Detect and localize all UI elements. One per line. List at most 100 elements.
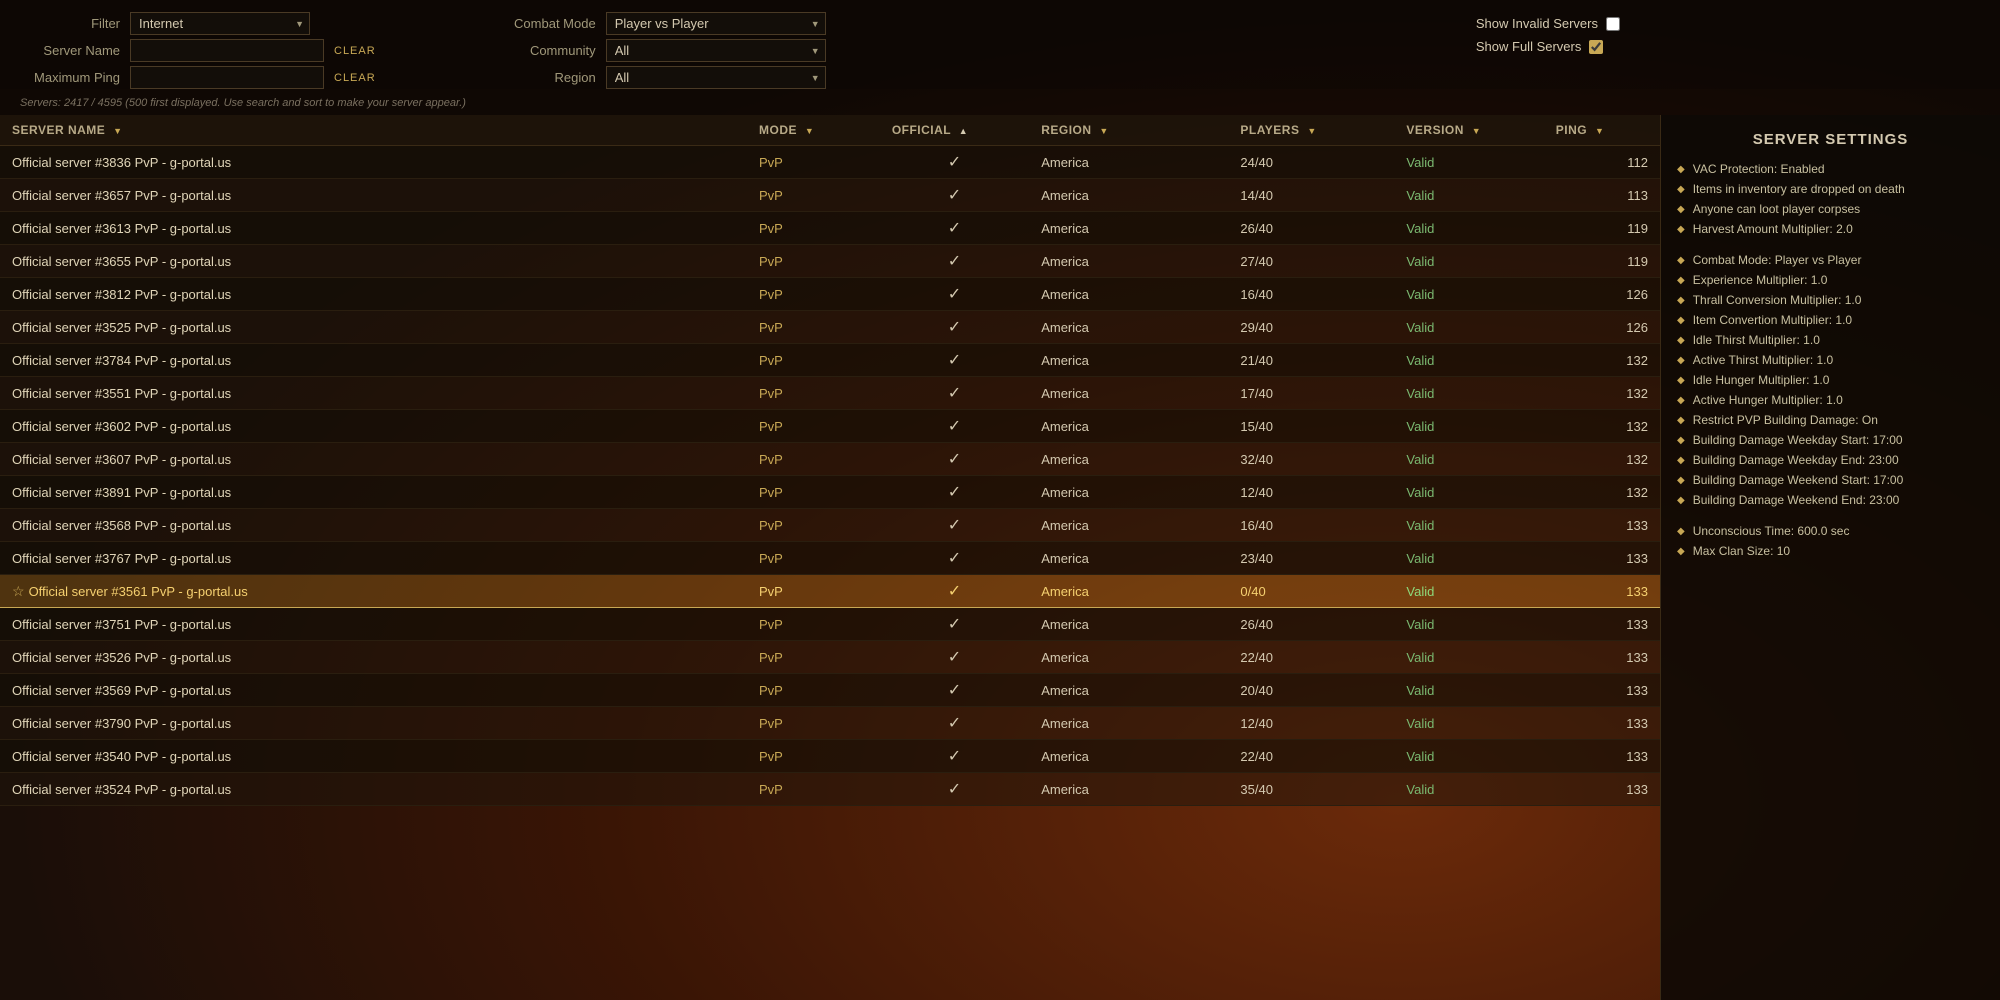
region-cell: America — [1029, 674, 1228, 707]
table-row[interactable]: Official server #3551 PvP - g-portal.usP… — [0, 377, 1660, 410]
header-server-name[interactable]: SERVER NAME ▼ — [0, 115, 747, 146]
filter-select-wrapper[interactable]: Internet — [130, 12, 310, 35]
header-official[interactable]: OFFICIAL ▲ — [880, 115, 1029, 146]
list-item: ◆Building Damage Weekend Start: 17:00 — [1677, 473, 1984, 487]
version-cell: Valid — [1394, 476, 1543, 509]
settings-item-text: Active Thirst Multiplier: 1.0 — [1693, 353, 1834, 367]
ping-cell: 133 — [1544, 707, 1660, 740]
players-cell: 16/40 — [1228, 278, 1394, 311]
max-ping-row: Maximum Ping CLEAR — [20, 66, 376, 89]
players-cell: 21/40 — [1228, 344, 1394, 377]
max-ping-clear-button[interactable]: CLEAR — [334, 72, 376, 84]
ping-cell: 132 — [1544, 344, 1660, 377]
table-row[interactable]: Official server #3526 PvP - g-portal.usP… — [0, 641, 1660, 674]
table-row[interactable]: Official server #3524 PvP - g-portal.usP… — [0, 773, 1660, 806]
header-players[interactable]: PLAYERS ▼ — [1228, 115, 1394, 146]
table-row[interactable]: Official server #3607 PvP - g-portal.usP… — [0, 443, 1660, 476]
version-cell: Valid — [1394, 212, 1543, 245]
star-icon: ☆ — [12, 583, 25, 599]
server-name-cell: Official server #3569 PvP - g-portal.us — [0, 674, 747, 707]
table-row[interactable]: Official server #3790 PvP - g-portal.usP… — [0, 707, 1660, 740]
diamond-icon: ◆ — [1677, 546, 1685, 557]
table-row[interactable]: Official server #3569 PvP - g-portal.usP… — [0, 674, 1660, 707]
header-version[interactable]: VERSION ▼ — [1394, 115, 1543, 146]
max-ping-input[interactable] — [130, 66, 324, 89]
server-name-input[interactable] — [130, 39, 324, 62]
table-row[interactable]: ☆Official server #3561 PvP - g-portal.us… — [0, 575, 1660, 608]
server-name-label: Server Name — [20, 43, 120, 58]
table-row[interactable]: Official server #3568 PvP - g-portal.usP… — [0, 509, 1660, 542]
checkboxes-group: Show Invalid Servers Show Full Servers — [1476, 12, 1980, 54]
region-cell: America — [1029, 443, 1228, 476]
official-cell: ✓ — [880, 278, 1029, 311]
region-cell: America — [1029, 575, 1228, 608]
server-name-cell: Official server #3526 PvP - g-portal.us — [0, 641, 747, 674]
list-item: ◆Thrall Conversion Multiplier: 1.0 — [1677, 293, 1984, 307]
community-select-wrapper[interactable]: All — [606, 39, 826, 62]
combat-mode-select[interactable]: Player vs Player — [606, 12, 826, 35]
combat-mode-select-wrapper[interactable]: Player vs Player — [606, 12, 826, 35]
settings-panel: SERVER SETTINGS ◆VAC Protection: Enabled… — [1660, 115, 2000, 1000]
ping-cell: 132 — [1544, 410, 1660, 443]
server-name-clear-button[interactable]: CLEAR — [334, 45, 376, 57]
ping-cell: 126 — [1544, 278, 1660, 311]
region-select[interactable]: All — [606, 66, 826, 89]
table-row[interactable]: Official server #3540 PvP - g-portal.usP… — [0, 740, 1660, 773]
version-cell: Valid — [1394, 377, 1543, 410]
settings-item-text: Idle Hunger Multiplier: 1.0 — [1693, 373, 1830, 387]
header-region[interactable]: REGION ▼ — [1029, 115, 1228, 146]
settings-item-text: Max Clan Size: 10 — [1693, 544, 1790, 558]
list-item: ◆Active Thirst Multiplier: 1.0 — [1677, 353, 1984, 367]
settings-item-text: Idle Thirst Multiplier: 1.0 — [1693, 333, 1820, 347]
server-name-cell: Official server #3568 PvP - g-portal.us — [0, 509, 747, 542]
region-select-wrapper[interactable]: All — [606, 66, 826, 89]
players-cell: 0/40 — [1228, 575, 1394, 608]
ping-cell: 132 — [1544, 377, 1660, 410]
official-cell: ✓ — [880, 542, 1029, 575]
players-cell: 26/40 — [1228, 212, 1394, 245]
table-row[interactable]: Official server #3657 PvP - g-portal.usP… — [0, 179, 1660, 212]
server-table-body: Official server #3836 PvP - g-portal.usP… — [0, 146, 1660, 806]
table-row[interactable]: Official server #3751 PvP - g-portal.usP… — [0, 608, 1660, 641]
mode-cell: PvP — [747, 542, 880, 575]
table-row[interactable]: Official server #3767 PvP - g-portal.usP… — [0, 542, 1660, 575]
players-cell: 14/40 — [1228, 179, 1394, 212]
middle-filter-group: Combat Mode Player vs Player Community A… — [496, 12, 826, 89]
combat-mode-row: Combat Mode Player vs Player — [496, 12, 826, 35]
table-row[interactable]: Official server #3602 PvP - g-portal.usP… — [0, 410, 1660, 443]
settings-divider — [1677, 244, 1984, 245]
server-table-scroll[interactable]: Official server #3836 PvP - g-portal.usP… — [0, 146, 1660, 1000]
list-item: ◆VAC Protection: Enabled — [1677, 162, 1984, 176]
server-name-cell: Official server #3602 PvP - g-portal.us — [0, 410, 747, 443]
show-invalid-checkbox[interactable] — [1606, 17, 1620, 31]
table-row[interactable]: Official server #3812 PvP - g-portal.usP… — [0, 278, 1660, 311]
players-cell: 27/40 — [1228, 245, 1394, 278]
diamond-icon: ◆ — [1677, 375, 1685, 386]
list-item: ◆Idle Thirst Multiplier: 1.0 — [1677, 333, 1984, 347]
list-item: ◆Building Damage Weekday End: 23:00 — [1677, 453, 1984, 467]
table-row[interactable]: Official server #3891 PvP - g-portal.usP… — [0, 476, 1660, 509]
list-item: ◆Items in inventory are dropped on death — [1677, 182, 1984, 196]
show-full-row: Show Full Servers — [1476, 39, 1620, 54]
table-row[interactable]: Official server #3525 PvP - g-portal.usP… — [0, 311, 1660, 344]
table-row[interactable]: Official server #3655 PvP - g-portal.usP… — [0, 245, 1660, 278]
region-cell: America — [1029, 212, 1228, 245]
table-row[interactable]: Official server #3836 PvP - g-portal.usP… — [0, 146, 1660, 179]
diamond-icon: ◆ — [1677, 295, 1685, 306]
table-row[interactable]: Official server #3613 PvP - g-portal.usP… — [0, 212, 1660, 245]
table-row[interactable]: Official server #3784 PvP - g-portal.usP… — [0, 344, 1660, 377]
ping-cell: 133 — [1544, 641, 1660, 674]
mode-cell: PvP — [747, 509, 880, 542]
header-ping[interactable]: PING ▼ — [1544, 115, 1660, 146]
official-cell: ✓ — [880, 146, 1029, 179]
players-cell: 29/40 — [1228, 311, 1394, 344]
settings-divider — [1677, 515, 1984, 516]
diamond-icon: ◆ — [1677, 526, 1685, 537]
version-cell: Valid — [1394, 740, 1543, 773]
filter-select[interactable]: Internet — [130, 12, 310, 35]
diamond-icon: ◆ — [1677, 184, 1685, 195]
community-select[interactable]: All — [606, 39, 826, 62]
server-name-cell: Official server #3525 PvP - g-portal.us — [0, 311, 747, 344]
header-mode[interactable]: MODE ▼ — [747, 115, 880, 146]
show-full-checkbox[interactable] — [1589, 40, 1603, 54]
